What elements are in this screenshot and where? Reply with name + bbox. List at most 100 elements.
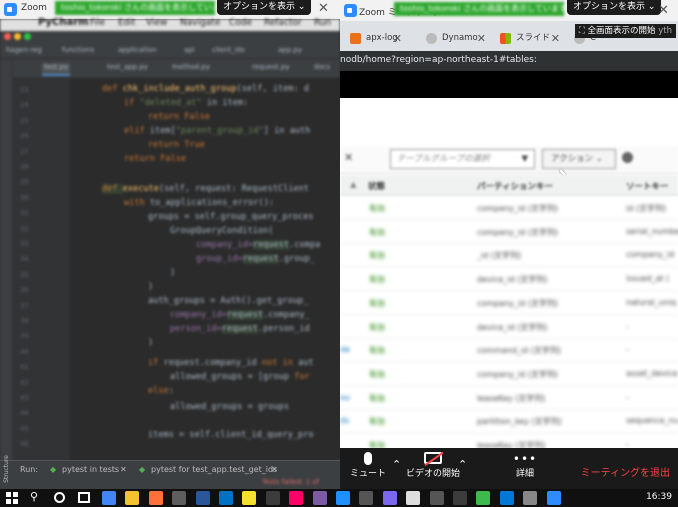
table-row[interactable]: de 有効 command_id (文字列) - bbox=[340, 339, 678, 363]
options-button[interactable]: オプションを表示 ⌄ bbox=[217, 0, 312, 15]
code-editor[interactable]: def chk_include_auth_group(self, item: d… bbox=[72, 78, 340, 468]
menu-pycharm[interactable]: PyCharm bbox=[38, 17, 89, 28]
taskbar-app-icon[interactable] bbox=[242, 491, 257, 505]
share-badge: toshio_tokoroki さんの画面を表示しています bbox=[394, 2, 564, 16]
structure-tab[interactable]: Structure bbox=[3, 455, 10, 483]
info-icon[interactable] bbox=[622, 152, 633, 163]
table-row[interactable]: ds 有効 partition_key (文字列) sequence_nu bbox=[340, 410, 678, 434]
line-number: 30 bbox=[20, 193, 29, 202]
search-icon[interactable]: ⚲ bbox=[30, 490, 38, 503]
options-button[interactable]: オプションを表示 ⌄ bbox=[567, 0, 662, 15]
taskbar-app-icon[interactable] bbox=[406, 491, 421, 505]
taskbar-app-icon[interactable] bbox=[359, 491, 374, 505]
taskbar-app-icon[interactable] bbox=[195, 491, 210, 505]
menu-view[interactable]: View bbox=[146, 18, 167, 28]
close-icon[interactable]: ✕ bbox=[120, 465, 127, 474]
col-status[interactable]: 状態 bbox=[368, 180, 385, 192]
menu-code[interactable]: Code bbox=[229, 18, 252, 28]
menu-navigate[interactable]: Navigate bbox=[180, 18, 220, 28]
menu-refactor[interactable]: Refactor bbox=[264, 18, 302, 28]
task-view-icon[interactable] bbox=[78, 492, 90, 503]
taskbar-app-icon[interactable] bbox=[429, 491, 444, 505]
close-icon[interactable]: ✕ bbox=[393, 26, 402, 51]
tab-file[interactable]: test_app.py bbox=[105, 63, 150, 76]
maximize-dot-icon[interactable] bbox=[24, 33, 31, 40]
row-lead[interactable]: ou bbox=[340, 393, 350, 402]
row-lead[interactable]: ds bbox=[340, 416, 349, 425]
run-tab-pytest[interactable]: pytest in tests bbox=[62, 465, 119, 474]
menu-edit[interactable]: Edit bbox=[118, 18, 135, 28]
taskbar-app-icon[interactable] bbox=[453, 491, 467, 505]
row-sort-key: - bbox=[626, 392, 629, 402]
taskbar-app-icon[interactable] bbox=[382, 491, 397, 505]
table-row[interactable]: 有効 _id (文字列) company_id bbox=[340, 244, 678, 268]
col-partition-key[interactable]: パーティションキー bbox=[477, 180, 553, 192]
row-lead[interactable]: de bbox=[340, 345, 350, 354]
close-dot-icon[interactable] bbox=[4, 33, 11, 40]
tab-file[interactable]: method.py bbox=[170, 63, 212, 76]
fullscreen-button[interactable]: ⛶ 全画面表示の開始 yth bbox=[574, 24, 676, 38]
close-icon[interactable]: ✕ bbox=[344, 151, 353, 164]
mute-button[interactable]: ミュート bbox=[348, 452, 388, 479]
taskbar-app-icon[interactable] bbox=[125, 491, 140, 505]
leave-meeting-button[interactable]: ミーティングを退出 bbox=[581, 464, 670, 479]
run-tab-test-app[interactable]: pytest for test_app.test_get_ids bbox=[151, 465, 277, 474]
table-group-select[interactable]: テーブルグループの選択 ▼ bbox=[390, 149, 535, 169]
taskbar-app-icon[interactable] bbox=[546, 491, 561, 505]
close-icon[interactable]: ✕ bbox=[271, 465, 278, 474]
table-row[interactable]: ou 有効 leaseKey (文字列) - bbox=[340, 386, 678, 410]
table-row[interactable]: 有効 company_id (文字列) asset_device bbox=[340, 362, 678, 386]
close-icon[interactable]: ✕ bbox=[658, 3, 669, 18]
breadcrumb-item[interactable]: app.py bbox=[278, 46, 302, 54]
taskbar-app-icon[interactable] bbox=[336, 491, 350, 505]
breadcrumb-item[interactable]: hagen-reg bbox=[6, 46, 42, 54]
table-row[interactable]: 有効 company_id (文字列) serial_numbe bbox=[340, 220, 678, 244]
menu-file[interactable]: File bbox=[90, 18, 105, 28]
line-number: 27 bbox=[20, 147, 29, 156]
url-bar[interactable]: nodb/home?region=ap-northeast-1#tables: bbox=[340, 51, 678, 71]
windows-start-icon[interactable] bbox=[6, 492, 18, 504]
start-video-button[interactable]: ビデオの開始 bbox=[402, 451, 464, 479]
actions-button[interactable]: アクション ⌄ bbox=[542, 149, 616, 169]
taskbar-app-icon[interactable] bbox=[148, 491, 163, 505]
col-sort-key[interactable]: ソートキー bbox=[626, 180, 669, 192]
taskbar-app-icon[interactable] bbox=[172, 491, 187, 505]
cortana-icon[interactable] bbox=[54, 492, 65, 503]
breadcrumb-item[interactable]: client_ids bbox=[212, 46, 245, 54]
tab-file[interactable]: test.py bbox=[42, 63, 71, 76]
chevron-up-icon[interactable]: ⌃ bbox=[458, 458, 467, 471]
close-icon[interactable]: ✕ bbox=[477, 26, 486, 51]
sort-icon[interactable]: ▲ bbox=[350, 180, 357, 190]
row-status: 有効 bbox=[369, 322, 385, 332]
table-row[interactable]: 有効 device_id (文字列) issued_at ( bbox=[340, 268, 678, 292]
breadcrumb-item[interactable]: api bbox=[184, 46, 195, 54]
tab-file[interactable]: request.py bbox=[250, 63, 291, 76]
table-row[interactable]: 有効 company_id (文字列) id (文字列) bbox=[340, 197, 678, 220]
taskbar-app-icon[interactable] bbox=[102, 491, 116, 505]
taskbar-app-icon[interactable] bbox=[499, 491, 514, 505]
breadcrumb-item[interactable]: application bbox=[118, 46, 157, 54]
close-icon[interactable]: ✕ bbox=[318, 1, 329, 16]
taskbar-app-icon[interactable] bbox=[312, 491, 327, 505]
tool-window-strip[interactable] bbox=[0, 59, 13, 469]
taskbar-app-icon[interactable] bbox=[219, 491, 233, 505]
row-status: 有効 bbox=[369, 204, 385, 213]
taskbar-app-icon[interactable] bbox=[265, 491, 280, 505]
taskbar-app-icon[interactable] bbox=[476, 491, 491, 505]
tab-dynamo[interactable]: Dynamo ✕ bbox=[420, 26, 486, 51]
taskbar-app-icon[interactable] bbox=[289, 491, 304, 505]
close-icon[interactable]: ✕ bbox=[551, 26, 560, 51]
tab-apx-log[interactable]: apx-log ✕ bbox=[344, 26, 402, 51]
breadcrumb-item[interactable]: functions bbox=[62, 46, 94, 54]
details-button[interactable]: ••• 詳細 bbox=[508, 452, 542, 479]
row-sort-key: natural_uniq bbox=[626, 297, 677, 307]
menu-run[interactable]: Run bbox=[314, 18, 331, 28]
ide-titlebar bbox=[0, 31, 340, 43]
chevron-up-icon[interactable]: ⌃ bbox=[392, 458, 401, 471]
taskbar-app-icon[interactable] bbox=[523, 491, 538, 505]
table-row[interactable]: 有効 device_id (文字列) - bbox=[340, 315, 678, 339]
table-row[interactable]: 有効 company_id (文字列) natural_uniq bbox=[340, 291, 678, 315]
minimize-dot-icon[interactable] bbox=[14, 33, 21, 40]
tab-file[interactable]: docs bbox=[312, 63, 332, 76]
tab-slides[interactable]: スライド ✕ bbox=[494, 26, 560, 51]
